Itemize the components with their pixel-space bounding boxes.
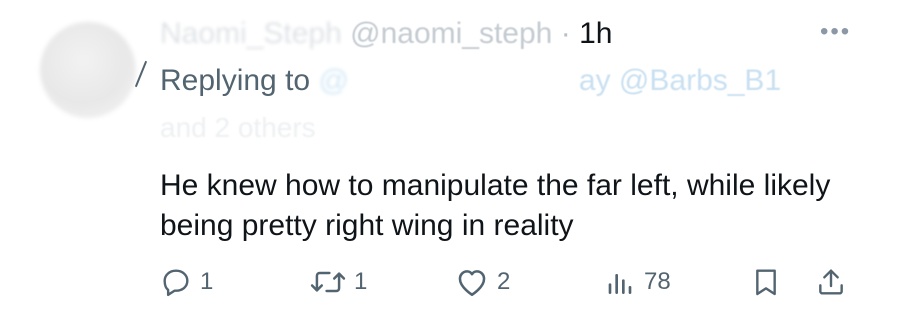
repost-icon bbox=[310, 271, 346, 293]
reply-mention-hidden[interactable]: @ bbox=[318, 64, 348, 97]
separator-dot: · bbox=[560, 17, 571, 50]
bar-chart-icon bbox=[608, 274, 632, 294]
timestamp[interactable]: 1h bbox=[579, 17, 612, 50]
avatar[interactable] bbox=[40, 22, 136, 118]
heart-icon bbox=[458, 270, 486, 297]
repost-button[interactable]: 1 bbox=[310, 264, 367, 300]
thread-connector bbox=[134, 60, 148, 88]
replying-to-label: Replying to bbox=[160, 64, 311, 97]
views-button[interactable]: 78 bbox=[604, 264, 671, 300]
reply-others[interactable]: and 2 others bbox=[160, 110, 316, 146]
bookmark-icon bbox=[756, 269, 776, 296]
repost-count: 1 bbox=[354, 268, 368, 295]
views-count: 78 bbox=[644, 268, 671, 295]
like-button[interactable]: 2 bbox=[455, 264, 510, 300]
share-icon bbox=[819, 269, 843, 295]
reply-mention[interactable]: ay @Barbs_B1 bbox=[579, 64, 781, 97]
reply-button[interactable]: 1 bbox=[160, 264, 213, 300]
tweet-header: Naomi_Steph @naomi_steph · 1h bbox=[160, 14, 612, 54]
reply-icon bbox=[163, 269, 189, 296]
more-horizontal-icon[interactable]: ••• bbox=[820, 18, 851, 46]
user-handle[interactable]: @naomi_steph bbox=[350, 17, 552, 50]
display-name[interactable]: Naomi_Steph bbox=[160, 17, 342, 50]
replying-to: Replying to @ ay @Barbs_B1 bbox=[160, 61, 781, 101]
action-bar: 1 1 2 78 bbox=[160, 264, 860, 300]
bookmark-button[interactable] bbox=[750, 264, 782, 300]
share-button[interactable] bbox=[815, 264, 847, 300]
like-count: 2 bbox=[497, 268, 511, 295]
reply-count: 1 bbox=[200, 268, 214, 295]
tweet-text: He knew how to manipulate the far left, … bbox=[160, 169, 831, 242]
